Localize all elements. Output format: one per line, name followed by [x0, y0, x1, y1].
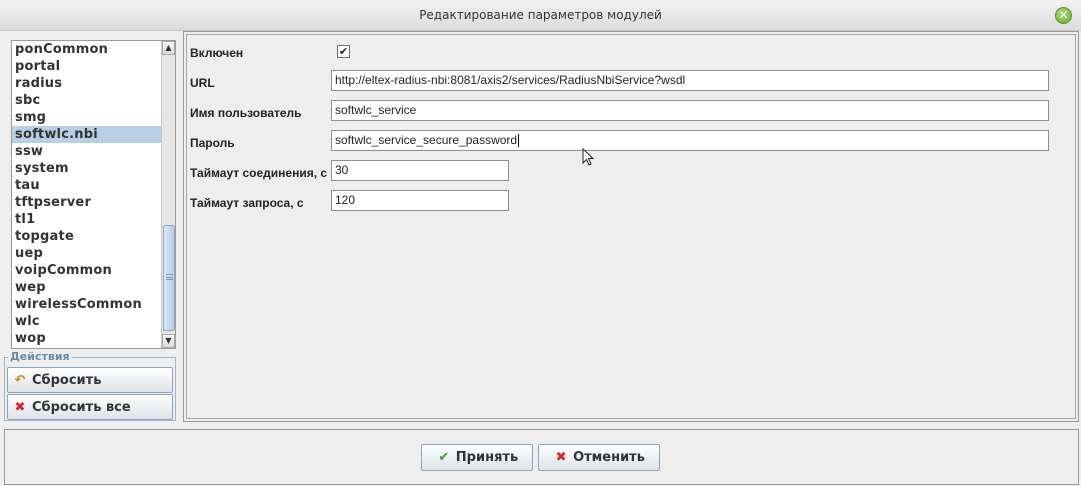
- list-item[interactable]: smg: [12, 109, 162, 126]
- arrow-up-icon: ▲: [165, 43, 172, 52]
- enabled-checkbox[interactable]: ✔: [337, 45, 350, 58]
- request-timeout-field[interactable]: 120: [331, 190, 509, 211]
- x-icon: ✖: [555, 450, 567, 465]
- password-label: Пароль: [190, 136, 235, 150]
- url-field[interactable]: http://eltex-radius-nbi:8081/axis2/servi…: [331, 70, 1049, 91]
- enabled-label: Включен: [190, 46, 244, 60]
- scroll-down-button[interactable]: ▼: [162, 334, 175, 348]
- accept-button-label: Принять: [455, 450, 519, 465]
- reset-button-label: Сбросить: [32, 372, 102, 388]
- username-label: Имя пользователь: [190, 106, 302, 120]
- mouse-cursor-icon: [582, 148, 595, 166]
- username-field[interactable]: softwlc_service: [331, 100, 1049, 121]
- scroll-thumb[interactable]: [163, 225, 175, 331]
- window-titlebar: Редактирование параметров модулей ✕: [0, 0, 1081, 31]
- actions-legend: Действия: [8, 350, 72, 363]
- cancel-button-label: Отменить: [573, 450, 645, 465]
- request-timeout-label: Таймаут запроса, с: [190, 196, 304, 210]
- check-icon: ✔: [438, 450, 450, 465]
- password-field[interactable]: softwlc_service_secure_password: [331, 130, 1049, 151]
- window-title: Редактирование параметров модулей: [419, 8, 662, 22]
- params-panel: Включен ✔ URL http://eltex-radius-nbi:80…: [183, 31, 1079, 422]
- list-item[interactable]: portal: [12, 58, 162, 75]
- list-item[interactable]: ssw: [12, 143, 162, 160]
- connect-timeout-field[interactable]: 30: [331, 160, 509, 181]
- module-list[interactable]: ponCommon portal radius sbc smg softwlc.nbi ss…: [11, 40, 176, 349]
- list-item[interactable]: topgate: [12, 228, 162, 245]
- list-item[interactable]: voipCommon: [12, 262, 162, 279]
- reset-all-button-label: Сбросить все: [32, 399, 131, 415]
- cancel-button[interactable]: ✖ Отменить: [538, 444, 660, 471]
- list-item[interactable]: ponCommon: [12, 41, 162, 58]
- list-item[interactable]: wlc: [12, 313, 162, 330]
- arrow-down-icon: ▼: [165, 336, 172, 345]
- list-item[interactable]: radius: [12, 75, 162, 92]
- list-item[interactable]: sbc: [12, 92, 162, 109]
- close-icon: ✕: [1058, 8, 1069, 22]
- scroll-up-button[interactable]: ▲: [162, 41, 175, 55]
- undo-icon: ↶: [14, 372, 26, 388]
- accept-button[interactable]: ✔ Принять: [421, 444, 533, 471]
- reset-button[interactable]: ↶ Сбросить: [7, 367, 173, 393]
- list-item[interactable]: tftpserver: [12, 194, 162, 211]
- list-item[interactable]: softwlc.nbi: [12, 126, 162, 143]
- connect-timeout-label: Таймаут соединения, с: [190, 166, 328, 180]
- list-item[interactable]: tl1: [12, 211, 162, 228]
- password-value: softwlc_service_secure_password: [335, 133, 518, 147]
- list-item[interactable]: tau: [12, 177, 162, 194]
- close-button[interactable]: ✕: [1055, 7, 1072, 24]
- x-icon: ✖: [14, 399, 26, 415]
- reset-all-button[interactable]: ✖ Сбросить все: [7, 394, 173, 420]
- actions-group: Действия ↶ Сбросить ✖ Сбросить все: [4, 350, 176, 421]
- list-item[interactable]: system: [12, 160, 162, 177]
- list-item[interactable]: wep: [12, 279, 162, 296]
- url-label: URL: [190, 76, 215, 90]
- text-caret: [518, 134, 520, 148]
- list-item[interactable]: wirelessCommon: [12, 296, 162, 313]
- dialog-footer: ✔ Принять ✖ Отменить: [4, 429, 1079, 485]
- module-list-items: ponCommon portal radius sbc smg softwlc.nbi ss…: [12, 41, 162, 348]
- list-item[interactable]: uep: [12, 245, 162, 262]
- module-list-scrollbar[interactable]: ▲ ▼: [161, 41, 175, 348]
- grip-icon: [166, 274, 173, 280]
- params-form: Включен ✔ URL http://eltex-radius-nbi:80…: [186, 34, 1076, 419]
- list-item[interactable]: wop: [12, 330, 162, 347]
